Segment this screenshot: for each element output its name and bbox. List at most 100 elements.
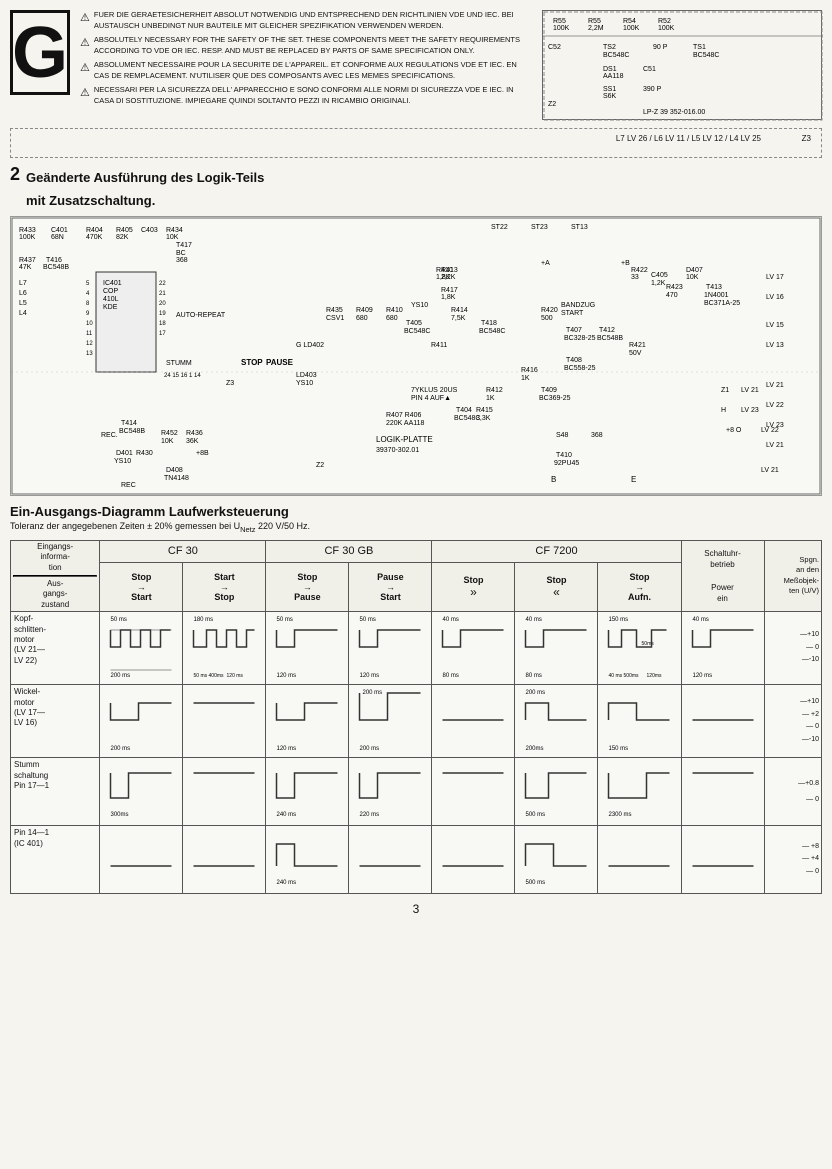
svg-text:680: 680 — [356, 315, 368, 322]
svg-text:T417: T417 — [176, 242, 192, 249]
svg-text:C403: C403 — [141, 227, 158, 234]
svg-text:R52: R52 — [658, 18, 671, 25]
svg-text:150 ms: 150 ms — [609, 746, 629, 752]
svg-text:C401: C401 — [51, 227, 68, 234]
col-stop-pause: Stop → Pause — [266, 563, 349, 612]
wm-col8 — [681, 685, 764, 758]
svg-text:470: 470 — [666, 292, 678, 299]
st-col6: 500 ms — [515, 758, 598, 826]
warning-text-3: ABSOLUMENT NECESSAIRE POUR LA SECURITE D… — [94, 60, 532, 81]
svg-text:80 ms: 80 ms — [526, 673, 542, 679]
p14-col1 — [100, 826, 183, 894]
svg-text:KDE: KDE — [103, 304, 118, 311]
row-pin14: Pin 14—1(IC 401) — [11, 826, 822, 894]
svg-text:11: 11 — [86, 331, 93, 337]
ks-spgn: —+10 — 0 —-10 — [764, 612, 821, 685]
schaltuhr-header: Schaltuhr-betriebPowerein — [681, 540, 764, 611]
svg-text:COP: COP — [103, 288, 119, 295]
svg-text:LV 23: LV 23 — [741, 407, 759, 414]
svg-text:R434: R434 — [166, 227, 183, 234]
svg-text:TN4148: TN4148 — [164, 475, 189, 482]
wm-col2 — [183, 685, 266, 758]
svg-text:LP-Z 39 352-016.00: LP-Z 39 352-016.00 — [643, 109, 705, 116]
svg-text:R422: R422 — [631, 267, 648, 274]
svg-text:10K: 10K — [166, 234, 179, 241]
page-number: 3 — [10, 902, 822, 924]
svg-text:L4: L4 — [19, 310, 27, 317]
warning-2: ⚠ ABSOLUTELY NECESSARY FOR THE SAFETY OF… — [80, 35, 532, 56]
diagram-subtitle: Toleranz der angegebenen Zeiten ± 20% ge… — [10, 521, 822, 534]
warning-3: ⚠ ABSOLUMENT NECESSAIRE POUR LA SECURITE… — [80, 60, 532, 81]
svg-text:T418: T418 — [481, 320, 497, 327]
svg-text:Z2: Z2 — [316, 462, 324, 469]
svg-text:T413: T413 — [706, 284, 722, 291]
svg-text:120 ms: 120 ms — [360, 673, 380, 679]
svg-text:10K: 10K — [161, 438, 174, 445]
svg-text:R55: R55 — [588, 18, 601, 25]
svg-text:R410: R410 — [386, 307, 403, 314]
svg-text:H: H — [721, 407, 726, 414]
svg-text:200ms: 200ms — [526, 746, 544, 752]
svg-text:50V: 50V — [629, 350, 642, 357]
svg-text:500: 500 — [541, 315, 553, 322]
svg-text:120 ms: 120 ms — [277, 673, 297, 679]
svg-text:300ms: 300ms — [111, 812, 129, 818]
ks-col2: 180 ms 50 ms 400ms 120 ms — [183, 612, 266, 685]
svg-text:220K AA118: 220K AA118 — [386, 420, 425, 427]
svg-text:B: B — [551, 475, 556, 484]
svg-text:R420: R420 — [541, 307, 558, 314]
p14-col8 — [681, 826, 764, 894]
svg-text:LV 17: LV 17 — [766, 274, 784, 281]
svg-text:R417: R417 — [441, 287, 458, 294]
svg-text:7YKLUS 20US: 7YKLUS 20US — [411, 387, 458, 394]
svg-text:100K: 100K — [553, 25, 570, 32]
svg-text:BC: BC — [176, 250, 186, 257]
svg-text:680: 680 — [386, 315, 398, 322]
svg-text:R410: R410 — [436, 267, 453, 274]
svg-text:50 ms: 50 ms — [111, 617, 127, 623]
col-pause-start: Pause → Start — [349, 563, 432, 612]
row-kopfschlitten: Kopf-schlitten-motor(LV 21—LV 22) 50 ms … — [11, 612, 822, 685]
svg-text:BC548C: BC548C — [479, 328, 505, 335]
svg-text:LV 21: LV 21 — [766, 382, 784, 389]
svg-text:Z2: Z2 — [548, 101, 556, 108]
svg-text:LV 16: LV 16 — [766, 294, 784, 301]
st-col7: 2300 ms — [598, 758, 681, 826]
svg-text:BC328-25: BC328-25 — [564, 335, 596, 342]
svg-text:40 ms: 40 ms — [526, 617, 542, 623]
warning-text-2: ABSOLUTELY NECESSARY FOR THE SAFETY OF T… — [94, 35, 532, 56]
st-col8 — [681, 758, 764, 826]
svg-text:200 ms: 200 ms — [111, 673, 131, 679]
svg-text:200 ms: 200 ms — [526, 690, 546, 696]
svg-text:47K: 47K — [19, 264, 32, 271]
svg-text:LV 22: LV 22 — [766, 402, 784, 409]
svg-text:1N4001: 1N4001 — [704, 292, 729, 299]
svg-text:1,2K: 1,2K — [651, 280, 666, 287]
svg-text:20: 20 — [159, 301, 166, 307]
safety-warnings: ⚠ FUER DIE GERAETESICHERHEIT ABSOLUT NOT… — [80, 10, 532, 120]
svg-text:100K: 100K — [623, 25, 640, 32]
cf30gb-header: CF 30 GB — [266, 540, 432, 562]
svg-text:R433: R433 — [19, 227, 36, 234]
svg-text:BANDZUG: BANDZUG — [561, 302, 595, 309]
top-schematic-svg: R55 100K R55 2,2M R54 100K R52 100K C52 … — [543, 11, 823, 121]
svg-text:50ms: 50ms — [642, 641, 655, 647]
warning-icon-3: ⚠ — [80, 61, 90, 76]
svg-text:ST13: ST13 — [571, 224, 588, 231]
page: G ⚠ FUER DIE GERAETESICHERHEIT ABSOLUT N… — [0, 0, 832, 1169]
svg-text:CSV1: CSV1 — [326, 315, 344, 322]
p14-col7 — [598, 826, 681, 894]
svg-text:C405: C405 — [651, 272, 668, 279]
svg-text:12: 12 — [86, 341, 93, 347]
svg-text:START: START — [561, 310, 584, 317]
z3-label: Z3 — [802, 134, 811, 143]
svg-text:Z1: Z1 — [721, 387, 729, 394]
svg-text:R452: R452 — [161, 430, 178, 437]
svg-text:D407: D407 — [686, 267, 703, 274]
svg-text:470K: 470K — [86, 234, 103, 241]
svg-text:13: 13 — [86, 351, 93, 357]
svg-text:+8 O: +8 O — [726, 427, 742, 434]
svg-text:40 ms 500ms: 40 ms 500ms — [609, 673, 640, 679]
svg-text:40 ms: 40 ms — [692, 617, 708, 623]
svg-text:150 ms: 150 ms — [609, 617, 629, 623]
